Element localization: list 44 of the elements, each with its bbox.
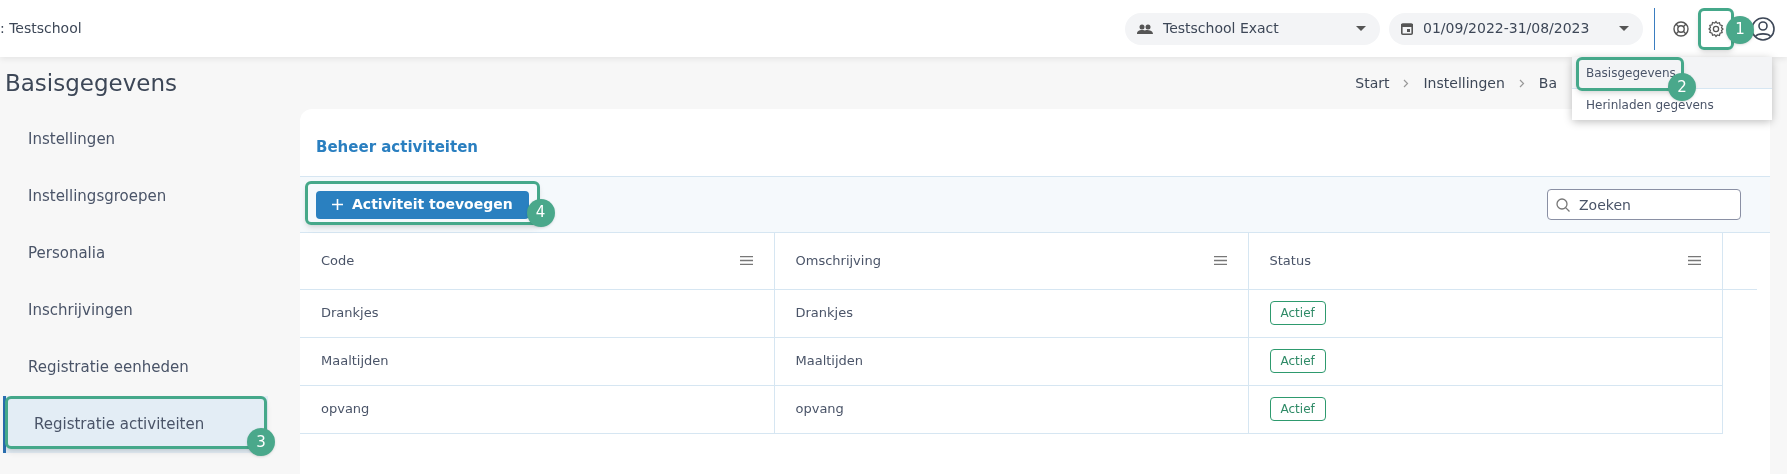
sidebar-item[interactable]: Registratie eenheden [0,339,265,396]
sidebar-item[interactable]: Instellingsgroepen [0,168,265,225]
breadcrumb-link[interactable]: Ba [1538,72,1557,94]
card-title: Beheer activiteiten [315,137,479,158]
settings-icon[interactable] [1707,19,1725,38]
menu-icon[interactable] [739,256,753,266]
status-tag: Actief [1269,397,1326,421]
sidebar-item[interactable]: Personalia [0,225,265,282]
period-select[interactable]: 01/09/2022-31/08/2023 [1389,12,1643,45]
table-cell: Maaltijden [321,353,389,369]
user-icon[interactable] [1751,16,1775,41]
chevron-icon [1403,78,1410,88]
status-tag: Actief [1269,301,1326,325]
sidebar-item[interactable]: Instellingen [0,111,265,168]
lifebuoy-icon[interactable] [1673,20,1689,37]
plus-icon [332,199,343,210]
school-name: : Testschool [0,19,82,38]
chevron-icon [1518,78,1525,88]
add-activity-button[interactable]: Activiteit toevoegen [316,190,529,219]
table-cell: Maaltijden [795,353,864,369]
page-title: Basisgegevens [4,68,178,98]
breadcrumb-link[interactable]: Start [1355,72,1390,94]
callout-number: 4 [526,198,555,227]
school-select[interactable]: Testschool Exact [1125,12,1380,45]
status-tag: Actief [1269,349,1326,373]
column-header: Omschrijving [795,252,881,270]
table-cell: Drankjes [321,305,379,321]
column-header: Code [321,252,355,270]
people-icon [1137,23,1153,34]
column-header: Status [1269,252,1311,270]
table-cell: opvang [321,401,370,417]
menu-icon[interactable] [1687,256,1701,266]
caret-icon [1356,26,1366,31]
table-cell: opvang [795,401,844,417]
calendar-icon [1401,22,1413,35]
caret-icon [1619,26,1629,31]
callout-number: 3 [247,428,275,456]
table-cell: Drankjes [795,305,853,321]
sidebar-item[interactable]: Inschrijvingen [0,282,265,339]
menu-icon[interactable] [1213,256,1227,266]
search-icon [1556,198,1570,212]
search-field[interactable]: Zoeken [1547,189,1741,220]
breadcrumb-link[interactable]: Instellingen [1423,72,1505,94]
callout-number: 1 [1726,15,1754,44]
